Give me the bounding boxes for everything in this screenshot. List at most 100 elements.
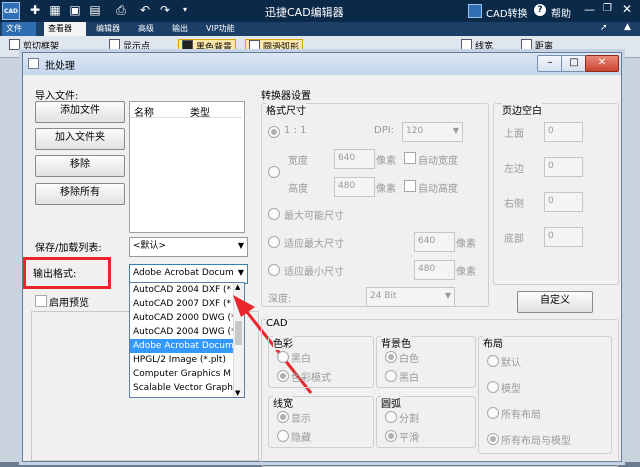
fit-min-input[interactable]: 480 <box>414 260 455 280</box>
redo-icon[interactable]: ↷ <box>158 3 172 17</box>
margin-bottom-input[interactable]: 0 <box>544 227 583 247</box>
left-panel-strip <box>0 58 22 462</box>
depth-select[interactable]: 24 Bit ▼ <box>366 287 455 307</box>
layout-all-radio[interactable] <box>487 407 499 419</box>
bg-title: 背景色 <box>381 335 411 350</box>
dropdown-option[interactable]: AutoCAD 2000 DWG (* <box>130 311 233 325</box>
chevron-down-icon: ▼ <box>444 291 451 300</box>
saveas-icon[interactable]: ▤ <box>88 3 102 17</box>
dialog-icon <box>28 58 39 69</box>
auto-height-label: 自动高度 <box>418 184 458 195</box>
add-file-button[interactable]: 添加文件 <box>35 101 125 123</box>
color-mode-radio[interactable] <box>277 370 289 382</box>
dropdown-options: AutoCAD 2004 DXF (* AutoCAD 2007 DXF (* … <box>130 283 233 395</box>
save-load-select[interactable]: <默认> ▼ <box>129 237 248 257</box>
dropdown-chevron-icon[interactable]: ▾ <box>178 3 192 17</box>
collapse-icon[interactable]: ▲ <box>624 22 631 32</box>
dropdown-option[interactable]: AutoCAD 2007 DXF (* <box>130 297 233 311</box>
fit-min-radio[interactable] <box>268 264 280 276</box>
dpi-select[interactable]: 120 ▼ <box>402 122 463 142</box>
cad-title: CAD <box>266 318 288 329</box>
linewidth-show-radio[interactable] <box>277 411 289 423</box>
cad-group: CAD 色彩 黑白 色彩模式 背景色 白色 黑白 布局 默认 模型 所有布局 所… <box>261 318 619 467</box>
height-input[interactable]: 480 <box>334 177 375 197</box>
close-icon[interactable]: ✕ <box>622 2 632 16</box>
layout-model-radio[interactable] <box>487 381 499 393</box>
help-label[interactable]: 帮助 <box>551 5 571 20</box>
grid-icon[interactable]: ▦ <box>48 3 62 17</box>
cad-convert-button[interactable]: CAD转换 <box>486 5 528 20</box>
linewidth-hide-radio[interactable] <box>277 430 289 442</box>
preview-checkbox[interactable] <box>35 295 47 307</box>
linewidth-show-label: 显示 <box>291 414 311 425</box>
menu-vip[interactable]: VIP功能 <box>202 22 239 36</box>
layout-default-radio[interactable] <box>487 355 499 367</box>
dropdown-option[interactable]: AutoCAD 2004 DXF (* <box>130 283 233 297</box>
fit-max-radio[interactable] <box>268 236 280 248</box>
points-icon <box>109 39 120 50</box>
dropdown-option[interactable]: Scalable Vector Graphi <box>130 381 233 395</box>
custom-size-radio[interactable] <box>268 166 280 178</box>
menu-file[interactable]: 文件 <box>2 22 36 36</box>
layout-all-model-radio[interactable] <box>487 433 499 445</box>
restore-icon[interactable]: ❐ <box>603 3 612 14</box>
undo-icon[interactable]: ↶ <box>138 3 152 17</box>
width-label: 宽度 <box>288 156 308 167</box>
converter-settings-title: 转换器设置 <box>261 91 311 102</box>
add-folder-button[interactable]: 加入文件夹 <box>35 128 125 150</box>
menu-editor[interactable]: 编辑器 <box>92 22 124 36</box>
dropdown-option[interactable]: AutoCAD 2004 DWG (* <box>130 325 233 339</box>
auto-height-checkbox[interactable] <box>404 180 416 192</box>
layout-all-model-label: 所有布局与模型 <box>501 436 571 447</box>
new-file-icon[interactable]: ✚ <box>28 3 42 17</box>
menu-advanced[interactable]: 高级 <box>134 22 158 36</box>
dialog-minimize-button[interactable]: – <box>537 55 563 72</box>
file-list[interactable]: 名称 类型 <box>129 101 245 233</box>
bg-black-radio[interactable] <box>385 370 397 382</box>
preview-label: 启用预览 <box>49 298 89 309</box>
fit-max-unit: 像素 <box>456 239 476 250</box>
output-format-select[interactable]: Adobe Acrobat Docum ▼ <box>129 264 248 284</box>
black-bg-icon <box>182 40 193 51</box>
remove-all-button[interactable]: 移除所有 <box>35 183 125 205</box>
margin-left-input[interactable]: 0 <box>544 157 583 177</box>
bg-black-label: 黑白 <box>399 373 419 384</box>
bg-white-radio[interactable] <box>385 351 397 363</box>
save-icon[interactable]: ▣ <box>68 3 82 17</box>
dropdown-option[interactable]: HPGL/2 Image (*.plt) <box>130 353 233 367</box>
width-input[interactable]: 640 <box>334 149 375 169</box>
margin-top-label: 上面 <box>504 129 524 140</box>
max-size-radio[interactable] <box>268 208 280 220</box>
margin-top-input[interactable]: 0 <box>544 122 583 142</box>
fit-max-input[interactable]: 640 <box>414 232 455 252</box>
help-icon[interactable]: ? <box>534 4 546 16</box>
arc-split-radio[interactable] <box>385 411 397 423</box>
print-icon[interactable]: ⎙ <box>114 3 128 17</box>
margin-right-label: 右侧 <box>504 199 524 210</box>
remove-button[interactable]: 移除 <box>35 155 125 177</box>
custom-button[interactable]: 自定义 <box>517 291 593 313</box>
margin-left-label: 左边 <box>504 164 524 175</box>
menu-output[interactable]: 输出 <box>168 22 192 36</box>
app-titlebar: CAD ✚ ▦ ▣ ▤ ⎙ ↶ ↷ ▾ 迅捷CAD编辑器 CAD转换 ? 帮助 … <box>0 0 640 22</box>
menu-bar: 文件 查看器 编辑器 高级 输出 VIP功能 ➚ ▲ <box>0 22 640 36</box>
color-title: 色彩 <box>273 335 293 350</box>
auto-width-checkbox[interactable] <box>404 152 416 164</box>
menu-viewer[interactable]: 查看器 <box>44 22 86 36</box>
arc-smooth-radio[interactable] <box>385 430 397 442</box>
dialog-title: 批处理 <box>45 61 75 72</box>
margin-right-input[interactable]: 0 <box>544 192 583 212</box>
margin-title: 页边空白 <box>502 102 542 117</box>
dialog-close-button[interactable]: ✕ <box>585 55 619 72</box>
format-size-title: 格式尺寸 <box>266 102 306 117</box>
bg-white-label: 白色 <box>399 354 419 365</box>
ratio-radio[interactable] <box>268 126 280 138</box>
dropdown-option[interactable]: Computer Graphics M <box>130 367 233 381</box>
dialog-maximize-button[interactable]: □ <box>561 55 587 72</box>
color-bw-radio[interactable] <box>277 351 289 363</box>
dropdown-option[interactable]: Adobe Acrobat Docum <box>130 339 233 353</box>
minimize-icon[interactable]: — <box>584 3 595 16</box>
settings-arrow-icon[interactable]: ➚ <box>600 23 608 33</box>
height-unit: 像素 <box>376 184 396 195</box>
layout-default-label: 默认 <box>501 358 521 369</box>
